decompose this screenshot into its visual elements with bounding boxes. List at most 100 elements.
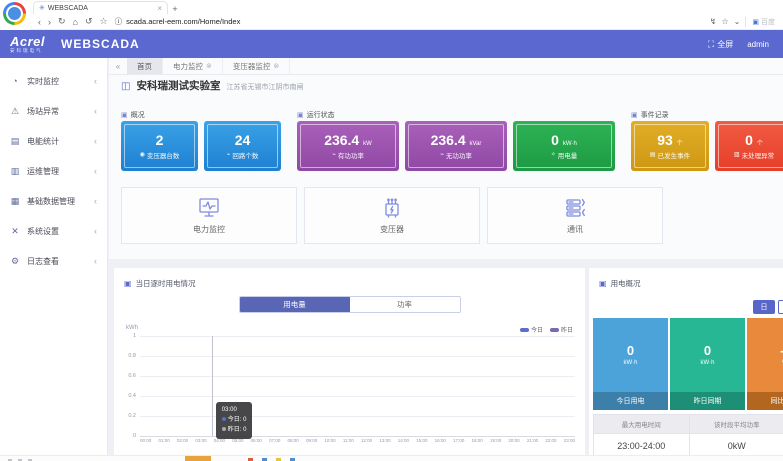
stat-group-title: ▣概况	[121, 108, 281, 121]
sidebar-item-基础数据管理[interactable]: ▦基础数据管理‹	[0, 186, 107, 216]
stat-card-无功功率[interactable]: 236.4 kVar⌁无功功率	[405, 121, 507, 171]
y-tick-label: 1	[133, 333, 136, 339]
usage-card-yesterday[interactable]: 0 kW·h 昨日同期	[670, 318, 745, 410]
close-icon[interactable]: ×	[157, 4, 162, 13]
section-icon: ▣	[297, 111, 304, 119]
info-icon[interactable]: ⓘ	[115, 16, 123, 27]
back-icon[interactable]: ‹	[38, 17, 41, 27]
sidebar-item-日志查看[interactable]: ⚙日志查看‹	[0, 246, 107, 276]
chevron-left-icon: ‹	[94, 256, 97, 266]
stat-card-label: ⌁有功功率	[332, 150, 364, 160]
stat-card-有功功率[interactable]: 236.4 kW ⌁有功功率	[297, 121, 399, 171]
building-icon: ◫	[121, 81, 130, 92]
period-month-button[interactable]: 月	[778, 300, 783, 314]
hourly-usage-panel: ▣ 当日逐时用电情况 用电量 功率 kWh 今日 昨日 10.80.60.40.…	[114, 268, 585, 455]
stat-card-label-text: 未处理异常	[742, 150, 775, 160]
stat-card-unit: kW·h	[563, 141, 577, 147]
stat-card-unit: 个	[677, 141, 683, 147]
page-tab-label: 首页	[137, 61, 152, 72]
transformer-icon	[379, 196, 405, 220]
tab-close-icon[interactable]: ⊗	[206, 62, 212, 70]
stat-card-label-text: 有功功率	[338, 150, 364, 160]
home-icon[interactable]: ⌂	[73, 17, 78, 27]
page-tab-首页[interactable]: 首页	[127, 58, 163, 74]
bookmark-star-icon[interactable]: ☆	[100, 16, 108, 27]
sidebar-item-实时监控[interactable]: ◔实时监控‹	[0, 66, 107, 96]
stat-card-list: 2◉变压器台数24⌁回路个数	[121, 121, 281, 171]
x-tick-label: 12:00	[361, 438, 372, 443]
x-tick-label: 08:00	[288, 438, 299, 443]
page-tab-电力监控[interactable]: 电力监控⊗	[163, 58, 223, 74]
x-tick-label: 09:00	[306, 438, 317, 443]
tab-close-icon[interactable]: ⊗	[273, 62, 279, 70]
tab-energy[interactable]: 用电量	[240, 297, 350, 312]
stat-card-已发生事件[interactable]: 93 个▤已发生事件	[631, 121, 709, 171]
stat-card-unit: kVar	[470, 141, 482, 147]
usage-card-yoy[interactable]: -- % 同比增长	[747, 318, 783, 410]
sidebar-item-运维管理[interactable]: ▥运维管理‹	[0, 156, 107, 186]
address-bar[interactable]: ⓘ scada.acrel-eem.com/Home/Index	[115, 16, 703, 27]
chevron-down-icon[interactable]: ⌄	[734, 17, 741, 26]
legend-yesterday[interactable]: 昨日	[550, 325, 573, 334]
shortcut-transformer[interactable]: 变压器	[304, 187, 480, 244]
forward-icon[interactable]: ›	[48, 17, 51, 27]
refresh-icon[interactable]: ↻	[58, 16, 66, 27]
sidebar-item-系统设置[interactable]: ✕系统设置‹	[0, 216, 107, 246]
stat-card-label: ▥未处理异常	[734, 150, 774, 160]
browser-tab[interactable]: ✳ WEBSCADA ×	[33, 1, 168, 14]
sidebar-item-电能统计[interactable]: ▤电能统计‹	[0, 126, 107, 156]
stat-card-value: 236.4 kW	[324, 133, 372, 147]
chart-tab-group: 用电量 功率	[239, 296, 461, 313]
log-icon: ⚙	[10, 256, 20, 267]
bookmark-item[interactable]: ▣ 百度	[745, 17, 775, 27]
x-tick-label: 06:00	[251, 438, 262, 443]
new-tab-button[interactable]: +	[168, 4, 182, 14]
shortcut-communication[interactable]: 通讯	[487, 187, 663, 244]
stat-group-title: ▣事件记录	[631, 108, 783, 121]
x-axis-ticks: 00:0001:0002:0003:0004:0005:0006:0007:00…	[140, 438, 575, 443]
chevron-left-icon: ‹	[94, 136, 97, 146]
user-menu[interactable]: admin	[747, 40, 769, 49]
chart-plot-area[interactable]: 03:00 今日: 0 昨日: 0	[140, 336, 575, 436]
stat-card-list: 93 个▤已发生事件0 个▥未处理异常	[631, 121, 783, 171]
stat-card-变压器台数[interactable]: 2◉变压器台数	[121, 121, 198, 171]
sidebar-item-label: 实时监控	[27, 76, 59, 87]
y-tick-label: 0.4	[128, 393, 136, 399]
favicon-icon: ✳	[39, 4, 45, 12]
taskbar[interactable]	[0, 455, 783, 461]
taskbar-icon[interactable]	[185, 456, 211, 461]
lightning-icon[interactable]: ↯	[710, 17, 717, 26]
crosshair-line	[212, 336, 213, 436]
url-text: scada.acrel-eem.com/Home/Index	[126, 17, 240, 26]
page-tab-变压器监控[interactable]: 变压器监控⊗	[223, 58, 290, 74]
stat-card-unit: kW	[363, 141, 372, 147]
page-tab-label: 变压器监控	[233, 61, 271, 72]
site-title-row: ◫ 安科瑞测试实验室 江苏省无锡市江阴市南闸	[121, 78, 303, 93]
sidebar-item-场站异常[interactable]: ⚠场站异常‹	[0, 96, 107, 126]
history-icon[interactable]: ↺	[85, 16, 93, 27]
usage-card-today[interactable]: 0 kW·h 今日用电	[593, 318, 668, 410]
max-usage-table: 最大用电时间 该时段平均功率 23:00-24:00 0kW	[593, 414, 783, 458]
stat-card-value: 0 kW·h	[551, 133, 577, 147]
x-tick-label: 04:00	[214, 438, 225, 443]
stat-card-用电量[interactable]: 0 kW·h✧用电量	[513, 121, 615, 171]
page-tab-list: 首页电力监控⊗变压器监控⊗	[127, 58, 290, 74]
stat-card-回路个数[interactable]: 24⌁回路个数	[204, 121, 281, 171]
app-header: Acrel 安科瑞电气 WEBSCADA ⛶ 全屏 admin	[0, 30, 783, 58]
alert-icon: ⚠	[10, 106, 20, 117]
chevron-left-icon: ‹	[94, 196, 97, 206]
fullscreen-button[interactable]: ⛶ 全屏	[708, 39, 733, 50]
x-tick-label: 07:00	[269, 438, 280, 443]
star-icon[interactable]: ☆	[722, 17, 729, 26]
usage-cards: 0 kW·h 今日用电 0 kW·h 昨日同期 -- % 同比增长	[593, 318, 783, 410]
stat-card-未处理异常[interactable]: 0 个▥未处理异常	[715, 121, 783, 171]
legend-swatch	[520, 328, 529, 332]
tab-power[interactable]: 功率	[350, 297, 460, 312]
section-icon: ▣	[631, 111, 638, 119]
shortcut-power-monitoring[interactable]: 电力监控	[121, 187, 297, 244]
stat-group-title-text: 运行状态	[307, 110, 335, 120]
collapse-tabs-icon[interactable]: «	[109, 58, 127, 74]
legend-today[interactable]: 今日	[520, 325, 543, 334]
period-day-button[interactable]: 日	[753, 300, 775, 314]
tooltip-time: 03:00	[222, 405, 247, 415]
